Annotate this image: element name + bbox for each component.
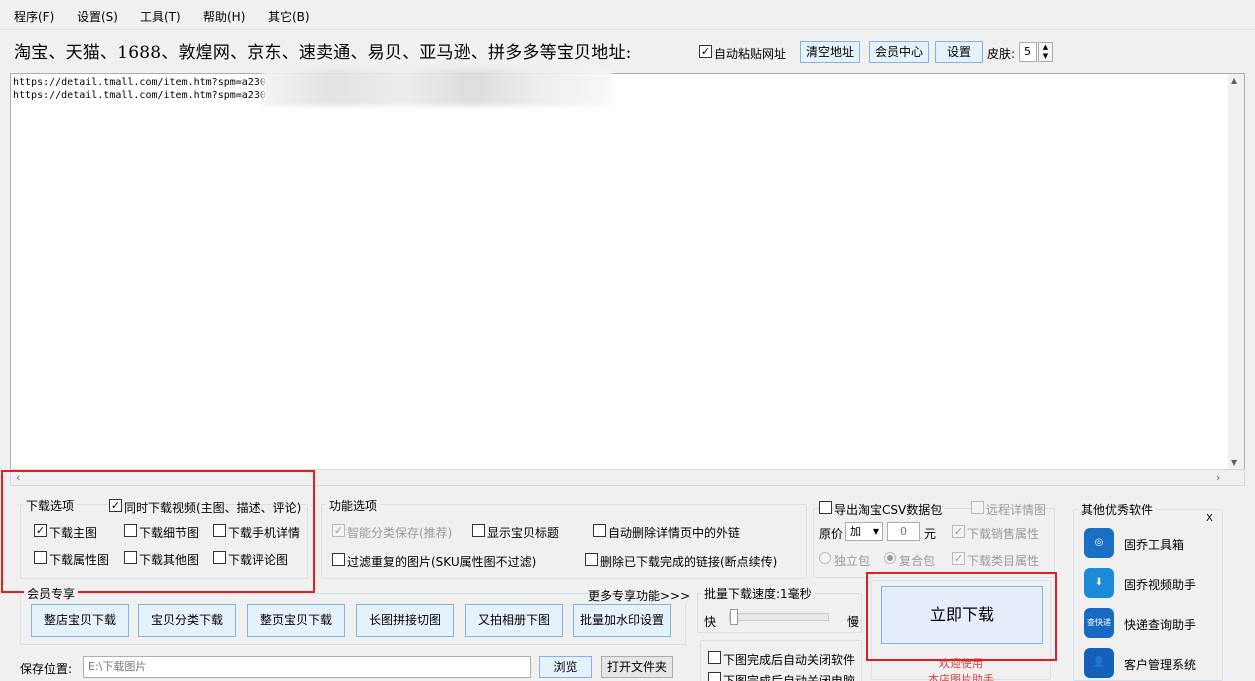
sidebar-item-label: 固乔视频助手	[1124, 578, 1197, 592]
auto-paste-checkbox[interactable]: ✓	[699, 45, 712, 58]
skin-spinner[interactable]: ▲ ▼	[1038, 42, 1053, 62]
customer-icon: 👤	[1084, 648, 1114, 678]
price-unit-label: 元	[924, 527, 937, 541]
browse-button[interactable]: 浏览	[539, 656, 592, 678]
speed-slider-thumb[interactable]	[730, 609, 738, 625]
smart-save-label: 智能分类保存(推荐)	[347, 526, 453, 540]
save-location-label: 保存位置:	[20, 662, 73, 676]
url-textarea[interactable]: https://detail.tmall.com/item.htm?spm=a2…	[10, 73, 1245, 470]
close-icon[interactable]: X	[1206, 513, 1213, 524]
highlight-box-options	[1, 470, 315, 593]
price-op-value: 加	[850, 525, 861, 538]
scroll-right-icon[interactable]: ›	[1216, 471, 1220, 484]
redacted-blur	[262, 70, 612, 106]
settings-button[interactable]: 设置	[935, 41, 983, 63]
scroll-up-icon[interactable]: ▲	[1231, 76, 1237, 85]
auto-delete-links-label: 自动删除详情页中的外链	[608, 526, 741, 540]
menu-tools[interactable]: 工具(T)	[140, 8, 181, 25]
close-pc-checkbox[interactable]	[708, 672, 721, 681]
spin-up-icon[interactable]: ▲	[1043, 43, 1048, 51]
category-download-button[interactable]: 宝贝分类下载	[138, 604, 236, 637]
delete-done-label: 删除已下载完成的链接(断点续传)	[600, 555, 778, 569]
close-software-label: 下图完成后自动关闭软件	[723, 653, 856, 667]
standalone-label: 独立包	[834, 554, 871, 568]
category-attr-label: 下载类目属性	[967, 554, 1040, 568]
long-image-button[interactable]: 长图拼接切图	[356, 604, 454, 637]
smart-save-checkbox[interactable]: ✓	[332, 524, 345, 537]
menu-settings[interactable]: 设置(S)	[77, 8, 118, 25]
save-path-input[interactable]: E:\下载图片	[83, 656, 531, 678]
whole-shop-download-button[interactable]: 整店宝贝下载	[31, 604, 129, 637]
menu-program[interactable]: 程序(F)	[14, 8, 54, 25]
more-features-link[interactable]: 更多专享功能>>>	[588, 587, 691, 604]
whole-page-download-button[interactable]: 整页宝贝下载	[247, 604, 345, 637]
menu-help[interactable]: 帮助(H)	[203, 8, 245, 25]
price-op-select[interactable]: 加 ▼	[845, 522, 883, 541]
sales-attr-checkbox[interactable]: ✓	[952, 525, 965, 538]
delete-done-checkbox[interactable]	[585, 553, 598, 566]
footer-text: 本店图片助手	[928, 673, 994, 681]
other-software-title: 其他优秀软件	[1078, 501, 1157, 518]
toolbox-icon: ◎	[1084, 528, 1114, 558]
video-download-icon: ⬇	[1084, 568, 1114, 598]
speed-title: 批量下载速度:1毫秒	[701, 585, 815, 602]
close-software-checkbox[interactable]	[708, 651, 721, 664]
skin-label: 皮肤:	[987, 47, 1016, 61]
auto-delete-links-checkbox[interactable]	[593, 524, 606, 537]
export-csv-label: 导出淘宝CSV数据包	[834, 501, 945, 518]
menu-bar: 程序(F) 设置(S) 工具(T) 帮助(H) 其它(B)	[0, 0, 1255, 30]
vertical-scrollbar[interactable]: ▲ ▼	[1228, 74, 1244, 469]
sales-attr-label: 下载销售属性	[967, 527, 1040, 541]
composite-label: 复合包	[899, 554, 936, 568]
url-line: https://detail.tmall.com/item.htm?spm=a2…	[13, 90, 266, 101]
function-options-title: 功能选项	[326, 497, 381, 514]
category-attr-checkbox[interactable]: ✓	[952, 552, 965, 565]
url-line: https://detail.tmall.com/item.htm?spm=a2…	[13, 77, 266, 88]
composite-radio[interactable]	[884, 552, 896, 564]
spin-down-icon[interactable]: ▼	[1043, 52, 1048, 60]
open-folder-button[interactable]: 打开文件夹	[601, 656, 673, 678]
export-csv-checkbox[interactable]	[819, 501, 832, 514]
remote-detail-label: 远程详情图	[986, 501, 1047, 518]
scroll-down-icon[interactable]: ▼	[1231, 458, 1237, 467]
sidebar-item-label: 客户管理系统	[1124, 658, 1197, 672]
skin-input[interactable]: 5	[1019, 42, 1037, 62]
dropdown-arrow-icon: ▼	[872, 527, 879, 536]
filter-dup-label: 过滤重复的图片(SKU属性图不过滤)	[347, 555, 537, 569]
member-title: 会员专享	[24, 585, 79, 602]
price-label: 原价	[819, 527, 844, 541]
sidebar-item-label: 快递查询助手	[1124, 618, 1197, 632]
clear-url-button[interactable]: 清空地址	[800, 41, 860, 63]
express-search-icon: 查快递	[1084, 608, 1114, 638]
highlight-box-download	[866, 572, 1057, 661]
member-center-button[interactable]: 会员中心	[869, 41, 929, 63]
price-value-input[interactable]: 0	[887, 522, 920, 541]
speed-slow-label: 慢	[847, 615, 860, 629]
show-title-label: 显示宝贝标题	[487, 526, 560, 540]
remote-detail-checkbox[interactable]	[971, 501, 984, 514]
show-title-checkbox[interactable]	[472, 524, 485, 537]
speed-fast-label: 快	[704, 615, 717, 629]
url-header-title: 淘宝、天猫、1688、敦煌网、京东、速卖通、易贝、亚马逊、拼多多等宝贝地址:	[14, 43, 632, 63]
menu-other[interactable]: 其它(B)	[268, 8, 310, 25]
close-pc-label: 下图完成后自动关闭电脑	[723, 674, 856, 681]
upyun-album-button[interactable]: 又拍相册下图	[465, 604, 563, 637]
auto-paste-label: 自动粘贴网址	[714, 47, 787, 61]
speed-slider-track[interactable]	[729, 613, 829, 621]
standalone-radio[interactable]	[819, 552, 831, 564]
sidebar-item-label: 固乔工具箱	[1124, 538, 1185, 552]
watermark-settings-button[interactable]: 批量加水印设置	[573, 604, 671, 637]
filter-dup-checkbox[interactable]	[332, 553, 345, 566]
